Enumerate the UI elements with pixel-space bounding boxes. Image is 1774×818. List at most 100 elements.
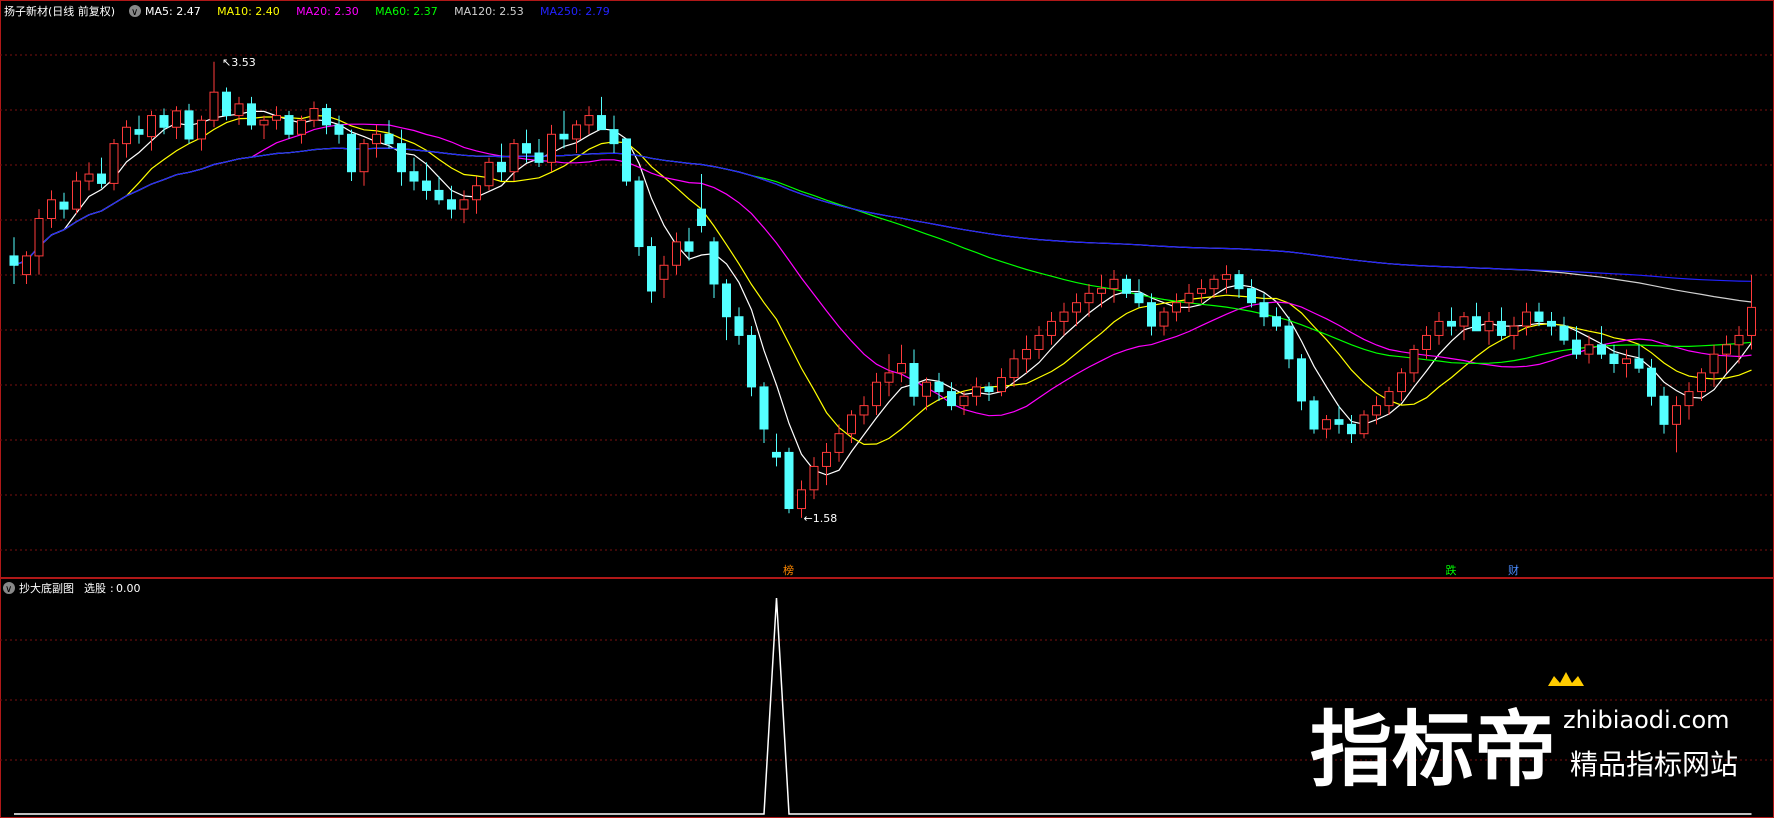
candle-down: [222, 91, 231, 117]
candle-down: [559, 133, 569, 140]
candle-up: [272, 115, 281, 121]
candle-up: [922, 381, 931, 397]
indicator-colon: :: [110, 582, 114, 595]
main-price-panel[interactable]: ↖3.53 ←1.58 榜跌财 扬子新材(日线 前复权) ∨ MA5: 2.47 M…: [0, 0, 1774, 578]
candle-down: [747, 334, 756, 388]
ma-legend-item: MA120: 2.53: [454, 5, 524, 18]
candle-up: [34, 217, 44, 257]
crown-icon: [1548, 672, 1584, 686]
low-label: ←1.58: [804, 512, 838, 525]
candle-up: [1747, 306, 1756, 336]
candle-down: [9, 255, 19, 266]
candle-down: [759, 386, 769, 430]
candle-up: [1209, 278, 1219, 290]
candle-down: [697, 208, 706, 227]
candle-up: [1109, 278, 1119, 290]
candle-down: [1634, 358, 1644, 369]
candle-up: [1422, 334, 1431, 350]
candle-down: [1597, 344, 1606, 355]
candle-down: [1247, 288, 1256, 304]
candle-up: [1059, 311, 1069, 322]
indicator-value: 0.00: [116, 582, 141, 595]
candle-down: [447, 199, 456, 210]
candle-up: [147, 115, 156, 138]
signal-chart[interactable]: ∨ 抄大底副图 选股 : 0.00 指标帝 zhibiaodi.com 精品指标…: [0, 578, 1774, 818]
high-label: ↖3.53: [222, 56, 256, 69]
candle-up: [897, 363, 906, 374]
candle-up: [1097, 288, 1106, 294]
moving-average-lines: [13, 110, 1752, 476]
candle-up: [1359, 414, 1369, 435]
ma-legend-item: MA250: 2.79: [540, 5, 610, 18]
candle-down: [1572, 339, 1581, 355]
candle-up: [1672, 405, 1681, 425]
candle-down: [159, 115, 169, 128]
candle-down: [1234, 274, 1244, 290]
candle-up: [1159, 311, 1169, 327]
candle-up: [1409, 348, 1419, 374]
candle-down: [1334, 419, 1344, 425]
candle-up: [459, 199, 469, 210]
candle-down: [409, 171, 419, 182]
candle-up: [1709, 353, 1719, 374]
candle-down: [1272, 316, 1281, 327]
candle-down: [709, 241, 719, 285]
candle-down: [1134, 292, 1144, 304]
candle-up: [797, 489, 806, 510]
candle-down: [622, 138, 631, 182]
sub-indicator-panel[interactable]: ∨ 抄大底副图 选股 : 0.00 指标帝 zhibiaodi.com 精品指标…: [0, 578, 1774, 818]
candle-down: [647, 246, 656, 292]
candle-down: [1297, 358, 1306, 402]
sub-header: ∨ 抄大底副图 选股 : 0.00: [3, 581, 141, 595]
candle-up: [659, 264, 669, 280]
candle-up: [584, 115, 594, 126]
candle-down: [934, 381, 944, 393]
candlestick-chart[interactable]: ↖3.53←1.58 榜跌财 扬子新材(日线 前复权) ∨ MA5: 2.47 M…: [0, 0, 1774, 578]
candle-down: [247, 103, 256, 126]
candle-up: [1484, 320, 1494, 332]
chevron-glyph: ∨: [131, 7, 138, 18]
candle-up: [1697, 372, 1706, 393]
candle-down: [184, 110, 194, 140]
candle-down: [734, 316, 744, 336]
candle-down: [1647, 367, 1656, 397]
candle-up: [1584, 344, 1594, 355]
event-marker: 财: [1508, 563, 1519, 577]
candle-up: [972, 386, 981, 397]
candle-up: [1009, 358, 1019, 379]
sub-title: 抄大底副图: [19, 581, 74, 595]
candle-up: [22, 255, 31, 276]
candle-down: [1547, 320, 1556, 327]
candle-down: [1309, 400, 1319, 430]
candle-down: [947, 391, 956, 407]
ma-legend: MA5: 2.47 MA10: 2.40 MA20: 2.30 MA60: 2.37 M…: [145, 5, 610, 18]
ma-legend-item: MA20: 2.30: [296, 5, 359, 18]
candle-down: [772, 451, 781, 458]
candle-down: [134, 129, 144, 135]
candle-down: [609, 129, 619, 145]
main-header: 扬子新材(日线 前复权) ∨ MA5: 2.47 MA10: 2.40 MA20: …: [4, 4, 610, 18]
candle-down: [1447, 320, 1456, 327]
ma-legend-item: MA60: 2.37: [375, 5, 438, 18]
ma250-line: [13, 147, 1752, 282]
candle-up: [84, 173, 94, 182]
indicator-name: 选股: [84, 582, 106, 595]
candle-down: [634, 180, 644, 248]
candle-up: [484, 161, 494, 187]
candle-down: [59, 201, 69, 210]
candle-down: [784, 451, 794, 510]
candle-up: [234, 103, 244, 117]
watermark-slogan: 精品指标网站: [1570, 748, 1738, 781]
event-marker: 跌: [1446, 563, 1457, 577]
ma5-line: [13, 110, 1752, 476]
candle-up: [959, 395, 969, 407]
watermark: 指标帝 zhibiaodi.com 精品指标网站: [1310, 672, 1738, 798]
candle-down: [597, 115, 606, 131]
candle-up: [1734, 334, 1744, 346]
candle-down: [284, 115, 294, 135]
candles: [9, 61, 1756, 518]
candle-down: [722, 283, 731, 318]
candle-up: [109, 143, 119, 184]
candle-down: [397, 143, 406, 173]
candle-up: [872, 381, 881, 407]
